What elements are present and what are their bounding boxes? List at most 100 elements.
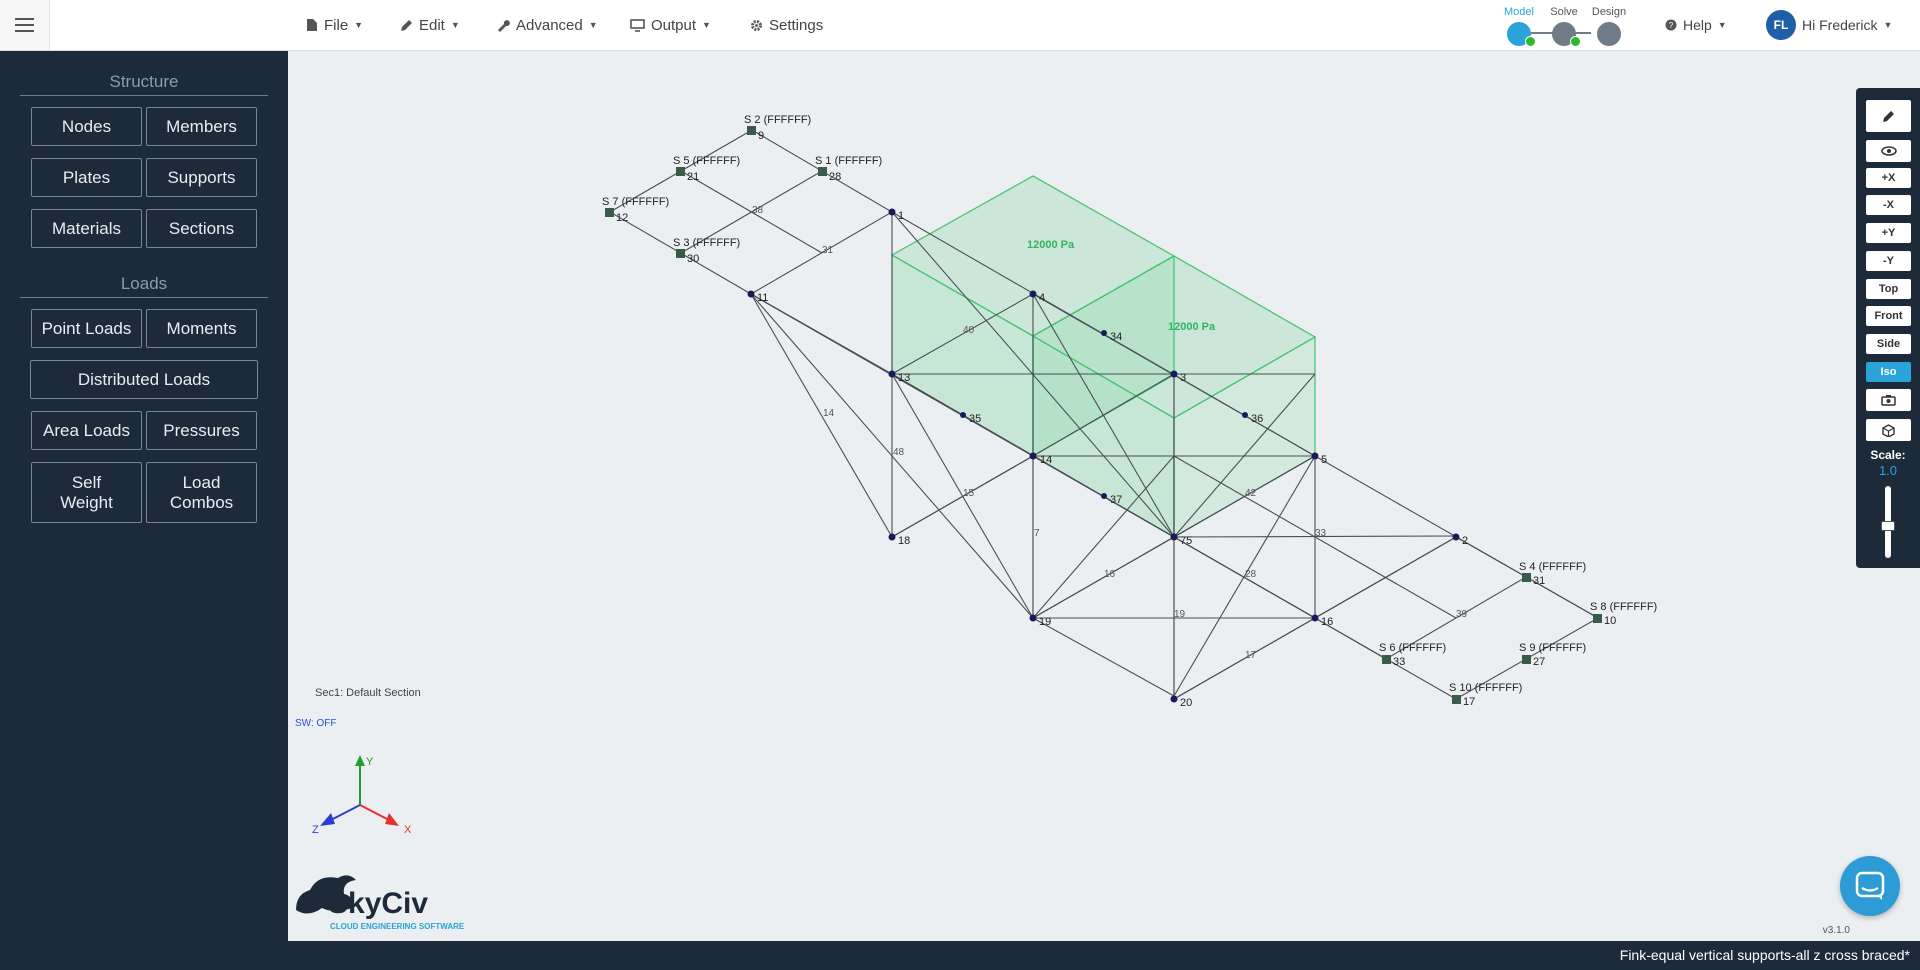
support-label: S 8 (FFFFFF) [1590, 601, 1657, 613]
members-button[interactable]: Members [146, 107, 257, 146]
supports-button[interactable]: Supports [146, 158, 257, 197]
3d-view-button[interactable] [1866, 419, 1911, 441]
step-solve-label: Solve [1550, 6, 1578, 18]
sidebar: Structure Nodes Members Plates Supports … [0, 51, 288, 941]
menu-edit[interactable]: Edit ▼ [400, 0, 460, 50]
chat-icon [1855, 871, 1885, 900]
view-side-button[interactable]: Side [1866, 334, 1911, 354]
support-label: S 5 (FFFFFF) [673, 155, 740, 167]
member-label: 16 [1104, 569, 1116, 580]
node-label: 36 [1251, 413, 1263, 425]
edit-view-button[interactable] [1866, 100, 1911, 132]
view-toolbar: +X -X +Y -Y Top Front Side Iso Scale: 1.… [1856, 88, 1920, 568]
help-menu[interactable]: ? Help ▼ [1665, 0, 1727, 50]
logo-name: SkyCiv [328, 887, 428, 920]
menu-settings[interactable]: Settings [750, 0, 823, 50]
load-combos-button[interactable]: Load Combos [146, 462, 257, 523]
model-viewport[interactable]: 12000 Pa 12000 Pa S 2 (FFFFFF) S 5 (FFFF… [288, 51, 1856, 941]
self-weight-button[interactable]: Self Weight [31, 462, 142, 523]
model-name: Fink-equal vertical supports-all z cross… [1619, 947, 1910, 963]
self-weight-status[interactable]: SW: OFF [295, 718, 336, 729]
step-design-label: Design [1591, 6, 1627, 18]
node-label: 18 [898, 535, 910, 547]
chevron-down-icon: ▼ [702, 20, 711, 30]
member-label: 7 [1034, 528, 1040, 539]
node-label: 2 [1462, 535, 1468, 547]
z-axis-label: Z [312, 824, 319, 836]
nodes-button[interactable]: Nodes [31, 107, 142, 146]
menu-file-label: File [324, 16, 349, 34]
materials-button[interactable]: Materials [31, 209, 142, 248]
workflow-steps: Model Solve Design [1500, 4, 1626, 48]
pencil-icon [1883, 110, 1894, 122]
menu-advanced[interactable]: Advanced ▼ [497, 0, 598, 50]
member-label: 17 [1245, 650, 1257, 661]
view-iso-button[interactable]: Iso [1866, 362, 1911, 382]
member-label: 31 [822, 245, 834, 256]
logo-tagline: CLOUD ENGINEERING SOFTWARE [330, 922, 465, 931]
scale-value: 1.0 [1878, 463, 1898, 478]
structure-heading: Structure [20, 72, 268, 96]
member-label: 28 [1245, 569, 1257, 580]
chat-button[interactable] [1840, 856, 1900, 916]
user-greeting: Hi Frederick [1802, 17, 1878, 33]
menu-output[interactable]: Output ▼ [630, 0, 711, 50]
support-label: S 6 (FFFFFF) [1379, 642, 1446, 654]
sections-button[interactable]: Sections [146, 209, 257, 248]
support-label: S 7 (FFFFFF) [602, 196, 669, 208]
member-label: 42 [1245, 488, 1257, 499]
node-label: 31 [1533, 575, 1545, 587]
eye-icon [1880, 146, 1897, 156]
scale-label: Scale: [1870, 448, 1906, 462]
node-label: 3 [1180, 372, 1186, 384]
support-label: S 4 (FFFFFF) [1519, 561, 1586, 573]
node-label: 1 [898, 210, 904, 222]
hamburger-menu-icon[interactable] [0, 0, 50, 50]
menu-output-label: Output [651, 16, 697, 34]
moments-button[interactable]: Moments [146, 309, 257, 348]
status-bar: Fink-equal vertical supports-all z cross… [0, 941, 1920, 970]
step-design-button[interactable] [1597, 22, 1621, 46]
view-plus-y-button[interactable]: +Y [1866, 223, 1911, 243]
member-label: 19 [1174, 609, 1186, 620]
wrench-icon [498, 19, 510, 32]
svg-text:?: ? [1669, 21, 1674, 30]
check-icon [1525, 36, 1536, 47]
menu-settings-label: Settings [769, 16, 824, 34]
view-plus-x-button[interactable]: +X [1866, 168, 1911, 188]
node-label: 35 [969, 413, 981, 425]
visibility-button[interactable] [1866, 140, 1911, 162]
chevron-down-icon: ▼ [1717, 20, 1727, 30]
chevron-down-icon: ▼ [450, 20, 460, 30]
member-label: 40 [963, 325, 975, 336]
top-bar: File ▼ Edit ▼ Advanced ▼ Output ▼ Settings M… [0, 0, 1920, 51]
support-label: S 2 (FFFFFF) [744, 114, 811, 126]
point-loads-button[interactable]: Point Loads [31, 309, 142, 348]
member-label: 39 [1456, 609, 1468, 620]
pressures-button[interactable]: Pressures [146, 411, 257, 450]
node-label: 5 [1321, 454, 1327, 466]
member-label: 15 [963, 488, 975, 499]
file-icon [307, 19, 317, 31]
view-minus-x-button[interactable]: -X [1866, 195, 1911, 215]
loads-heading: Loads [20, 274, 268, 298]
view-minus-y-button[interactable]: -Y [1866, 251, 1911, 271]
scale-slider-handle[interactable] [1881, 521, 1895, 531]
distributed-loads-button[interactable]: Distributed Loads [30, 360, 258, 399]
node-label: 13 [898, 372, 910, 384]
screenshot-button[interactable] [1866, 389, 1911, 411]
chevron-down-icon: ▼ [354, 20, 364, 30]
node-label: 10 [1604, 615, 1616, 627]
view-front-button[interactable]: Front [1866, 306, 1911, 326]
area-loads-button[interactable]: Area Loads [31, 411, 142, 450]
node-label: 33 [1393, 656, 1405, 668]
user-menu[interactable]: FL Hi Frederick ▼ [1766, 0, 1892, 50]
help-label: Help [1683, 17, 1712, 33]
node-label: 9 [758, 130, 764, 142]
check-icon [1570, 36, 1581, 47]
pressure-label: 12000 Pa [1027, 239, 1075, 251]
plates-button[interactable]: Plates [31, 158, 142, 197]
view-top-button[interactable]: Top [1866, 279, 1911, 299]
menu-file[interactable]: File ▼ [306, 0, 363, 50]
chevron-down-icon: ▼ [1883, 20, 1893, 30]
